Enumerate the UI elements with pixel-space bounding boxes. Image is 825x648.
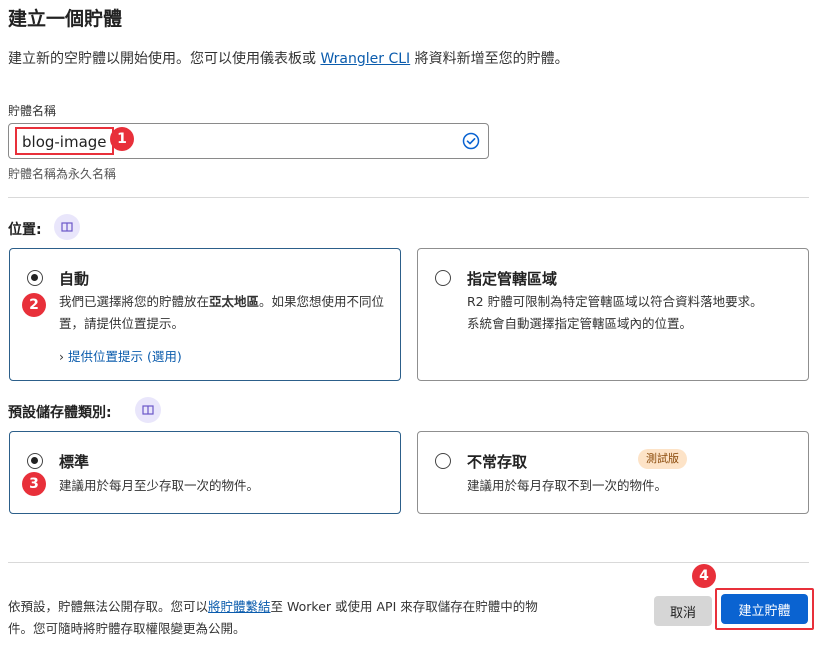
divider xyxy=(8,562,809,563)
chevron-right-icon: › xyxy=(59,349,64,364)
radio-jurisdiction[interactable] xyxy=(435,270,451,286)
intro-text: 建立新的空貯體以開始使用。您可以使用儀表板或 Wrangler CLI 將資料新… xyxy=(8,51,569,67)
storage-class-label: 預設儲存體類別: xyxy=(8,405,112,421)
wrangler-cli-link[interactable]: Wrangler CLI xyxy=(320,51,410,67)
location-hint-link[interactable]: › 提供位置提示 (選用) xyxy=(59,346,182,365)
location-label: 位置: xyxy=(8,222,42,238)
bucket-name-input[interactable]: blog-image xyxy=(8,123,489,159)
location-option-automatic[interactable]: 自動 我們已選擇將您的貯體放在亞太地區。如果您想使用不同位置，請提供位置提示。 … xyxy=(9,248,401,381)
cancel-button[interactable]: 取消 xyxy=(654,596,712,626)
option-description: R2 貯體可限制為特定管轄區域以符合資料落地要求。系統會自動選擇指定管轄區域內的… xyxy=(467,294,763,331)
option-title: 標準 xyxy=(59,453,90,471)
storage-option-infrequent[interactable]: 不常存取 測試版 建議用於每月存取不到一次的物件。 xyxy=(417,431,809,514)
bucket-name-label: 貯體名稱 xyxy=(8,104,57,118)
page-title: 建立一個貯體 xyxy=(8,8,123,30)
annotation-step-2: 2 xyxy=(22,293,46,317)
option-description: 我們已選擇將您的貯體放在亞太地區。如果您想使用不同位置，請提供位置提示。 xyxy=(59,294,385,331)
beta-badge: 測試版 xyxy=(638,449,687,469)
annotation-step-1: 1 xyxy=(110,127,134,151)
storage-option-standard[interactable]: 標準 建議用於每月至少存取一次的物件。 xyxy=(9,431,401,514)
annotation-step-3: 3 xyxy=(22,472,46,496)
radio-standard[interactable] xyxy=(27,453,43,469)
book-icon xyxy=(61,222,73,232)
annotation-step-4: 4 xyxy=(692,564,716,588)
bind-bucket-link[interactable]: 將貯體繫結 xyxy=(208,599,271,614)
docs-book-icon[interactable] xyxy=(54,214,80,240)
footer-note: 依預設，貯體無法公開存取。您可以將貯體繫結至 Worker 或使用 API 來存… xyxy=(8,599,538,636)
docs-book-icon[interactable] xyxy=(135,397,161,423)
book-icon xyxy=(142,405,154,415)
option-description: 建議用於每月存取不到一次的物件。 xyxy=(467,478,668,493)
option-title: 指定管轄區域 xyxy=(467,270,558,288)
divider xyxy=(8,197,809,198)
option-description: 建議用於每月至少存取一次的物件。 xyxy=(59,478,260,493)
create-bucket-button[interactable]: 建立貯體 xyxy=(721,594,808,624)
location-option-jurisdiction[interactable]: 指定管轄區域 R2 貯體可限制為特定管轄區域以符合資料落地要求。系統會自動選擇指… xyxy=(417,248,809,381)
option-title: 不常存取 xyxy=(467,453,528,471)
bucket-name-value[interactable]: blog-image xyxy=(15,127,114,155)
radio-infrequent[interactable] xyxy=(435,453,451,469)
radio-automatic[interactable] xyxy=(27,270,43,286)
bucket-name-hint: 貯體名稱為永久名稱 xyxy=(8,167,117,181)
check-circle-icon xyxy=(462,132,480,150)
option-title: 自動 xyxy=(59,270,90,288)
